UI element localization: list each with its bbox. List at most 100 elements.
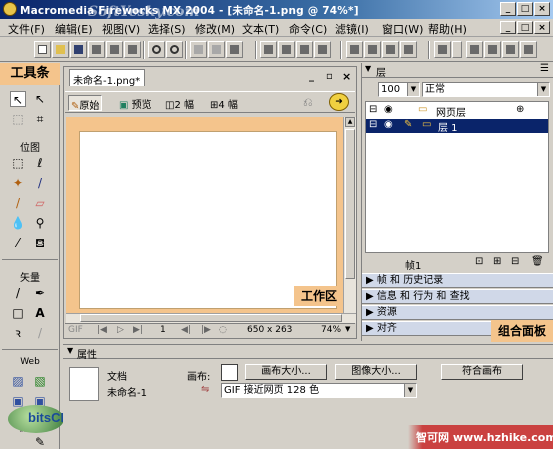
redo-icon[interactable] [166,41,183,58]
ungroup-icon[interactable] [278,41,295,58]
vertical-scrollbar[interactable]: ▲ [343,117,356,313]
layer-row-1[interactable]: ⊟ ◉ ✎ ▭ 层 1 [366,119,548,134]
trash-icon[interactable]: 🗑 [531,256,544,267]
menu-edit[interactable]: 编辑(E) [55,21,93,37]
first-frame-icon[interactable]: |◀ [97,325,107,335]
slice-tool-icon[interactable]: ▧ [32,373,48,389]
eraser-tool-icon[interactable]: ▱ [32,195,48,211]
menu-file[interactable]: 文件(F) [8,21,45,37]
align-icon[interactable] [434,41,451,58]
export-preview-icon[interactable]: ➜ [329,93,349,111]
flip-horizontal-icon[interactable] [502,41,519,58]
doc-close-button[interactable]: × [534,21,550,34]
lasso-tool-icon[interactable]: ℓ [32,155,48,171]
menu-select[interactable]: 选择(S) [148,21,186,37]
vertical-scroll-thumb[interactable] [345,129,355,279]
blend-dropdown-icon[interactable]: ▼ [537,83,549,96]
menu-commands[interactable]: 命令(C) [289,21,327,37]
menu-view[interactable]: 视图(V) [102,21,140,37]
bring-front-icon[interactable] [346,41,363,58]
menu-text[interactable]: 文本(T) [242,21,279,37]
eye-icon[interactable]: ◉ [384,104,393,115]
open-file-icon[interactable] [52,41,69,58]
quick-export-icon[interactable]: ⎌ [303,95,313,110]
send-backward-icon[interactable] [382,41,399,58]
paste-icon[interactable] [226,41,243,58]
layers-panel-header[interactable]: ▼ 层 ☰ [362,63,553,79]
scroll-up-icon[interactable]: ▲ [345,117,355,127]
close-button[interactable]: × [534,2,550,16]
info-behaviors-panel-header[interactable]: ▶ 信息 和 行为 和 查找 [362,289,553,304]
new-sublayer-icon[interactable]: ⊡ [475,256,483,267]
group-icon[interactable] [260,41,277,58]
zoom-level[interactable]: 74% [321,325,341,335]
assets-panel-header[interactable]: ▶ 资源 [362,305,553,320]
view-2up-tab[interactable]: ◫2 幅 [163,95,196,111]
undo-icon[interactable] [148,41,165,58]
view-4up-tab[interactable]: ⊞4 幅 [208,95,240,111]
align-dropdown-icon[interactable] [452,41,462,58]
canvas-size-button[interactable]: 画布大小... [245,364,327,380]
rubber-stamp-tool-icon[interactable]: ⚲ [32,215,48,231]
export-dropdown-icon[interactable]: ▼ [404,384,416,397]
fit-canvas-button[interactable]: 符合画布 [441,364,523,380]
expand-icon[interactable]: ⊟ [369,104,377,115]
expand-icon[interactable]: ⊟ [369,119,377,130]
doc-restore-button[interactable]: □ [517,21,533,34]
horizontal-scroll-thumb[interactable] [80,314,342,322]
paint-bucket-tool-icon[interactable]: ⛾ [32,235,48,251]
import-icon[interactable] [88,41,105,58]
text-tool-icon[interactable]: A [32,305,48,321]
hotspot-tool-icon[interactable]: ▨ [10,373,26,389]
blur-tool-icon[interactable]: 💧 [10,215,26,231]
frames-history-panel-header[interactable]: ▶ 帧 和 历史记录 [362,273,553,288]
freeform-tool-icon[interactable]: ꝛ [10,325,26,341]
doc-restore-icon[interactable]: ▫ [326,71,333,82]
opacity-dropdown-icon[interactable]: ▼ [407,83,419,96]
prev-frame-icon[interactable]: ◀| [181,325,191,335]
doc-minimize-icon[interactable]: _ [309,71,314,82]
doc-minimize-button[interactable]: _ [500,21,516,34]
print-icon[interactable] [124,41,141,58]
menu-filters[interactable]: 滤镜(I) [335,21,369,37]
pointer-tool-icon[interactable]: ↖ [10,91,26,107]
zoom-dropdown-icon[interactable]: ▼ [345,325,350,333]
panel-options-icon[interactable]: ☰ [540,63,549,74]
menu-help[interactable]: 帮助(H) [428,21,467,37]
new-layer-icon[interactable]: ⊞ [493,256,501,267]
blend-mode-select[interactable]: 正常 ▼ [422,82,550,97]
pen-tool-icon[interactable]: ✒ [32,285,48,301]
eyedropper-tool-icon[interactable]: ⁄ [10,235,26,251]
next-frame-icon[interactable]: ▶| [133,325,143,335]
horizontal-scrollbar[interactable] [66,313,356,323]
properties-header[interactable]: ▼ 属性 [63,345,553,361]
export-icon[interactable] [106,41,123,58]
minimize-button[interactable]: _ [500,2,516,16]
view-preview-tab[interactable]: ▣ 预览 [117,95,154,111]
view-original-tab[interactable]: ✎原始 [68,95,103,112]
eye-icon[interactable]: ◉ [384,119,393,130]
save-icon[interactable] [70,41,87,58]
bring-forward-icon[interactable] [364,41,381,58]
last-frame-icon[interactable]: |▶ [201,325,211,335]
marquee-tool-icon[interactable]: ⬚ [10,155,26,171]
cut-icon[interactable] [190,41,207,58]
split-icon[interactable] [314,41,331,58]
loop-icon[interactable]: ◌ [219,325,227,335]
stroke-color-icon[interactable]: ✎ [32,434,48,449]
rectangle-tool-icon[interactable]: □ [10,305,26,321]
layer-row-web[interactable]: ⊟ ◉ ▭ 网页层 ⊕ [366,104,548,119]
duplicate-icon[interactable]: ⊟ [511,256,519,267]
join-icon[interactable] [296,41,313,58]
copy-icon[interactable] [208,41,225,58]
brush-tool-icon[interactable]: / [32,175,48,191]
new-file-icon[interactable] [34,41,51,58]
play-icon[interactable]: ▷ [117,325,124,335]
knife-tool-icon[interactable]: / [32,325,48,341]
canvas-color-swatch[interactable] [221,364,238,381]
document-canvas[interactable] [79,131,337,309]
crop-tool-icon[interactable]: ⌗ [32,111,48,127]
opacity-field[interactable]: 100 ▼ [378,82,420,97]
flip-vertical-icon[interactable] [520,41,537,58]
export-format-select[interactable]: GIF 接近网页 128 色 ▼ [221,383,417,398]
